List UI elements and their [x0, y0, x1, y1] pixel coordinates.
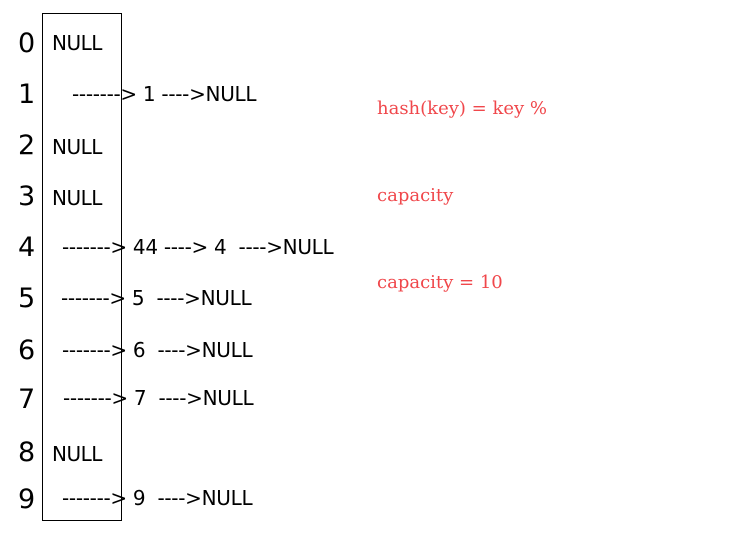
bucket-null-0: NULL [52, 31, 102, 55]
hash-function-note: hash(key) = key % capacity capacity = 10 [377, 36, 547, 326]
bucket-index-2: 2 [18, 130, 36, 161]
bucket-index-1: 1 [18, 79, 36, 110]
bucket-index-3: 3 [18, 181, 36, 212]
bucket-index-9: 9 [18, 484, 36, 515]
bucket-chain-4: -------> 44 ----> 4 ---->NULL [62, 235, 334, 259]
bucket-chain-5: -------> 5 ---->NULL [61, 286, 252, 310]
bucket-null-3: NULL [52, 186, 102, 210]
bucket-null-8: NULL [52, 442, 102, 466]
bucket-index-5: 5 [18, 283, 36, 314]
bucket-chain-1: -------> 1 ---->NULL [72, 82, 257, 106]
bucket-index-0: 0 [18, 28, 36, 59]
note-line-1: hash(key) = key % [377, 98, 548, 119]
bucket-index-7: 7 [18, 384, 36, 415]
bucket-index-4: 4 [18, 232, 36, 263]
bucket-chain-6: -------> 6 ---->NULL [62, 338, 253, 362]
bucket-index-6: 6 [18, 335, 36, 366]
note-line-3: capacity = 10 [377, 272, 503, 293]
note-line-2: capacity [377, 185, 454, 206]
bucket-chain-7: -------> 7 ---->NULL [63, 386, 254, 410]
bucket-chain-9: -------> 9 ---->NULL [62, 486, 253, 510]
bucket-null-2: NULL [52, 135, 102, 159]
bucket-index-8: 8 [18, 437, 36, 468]
